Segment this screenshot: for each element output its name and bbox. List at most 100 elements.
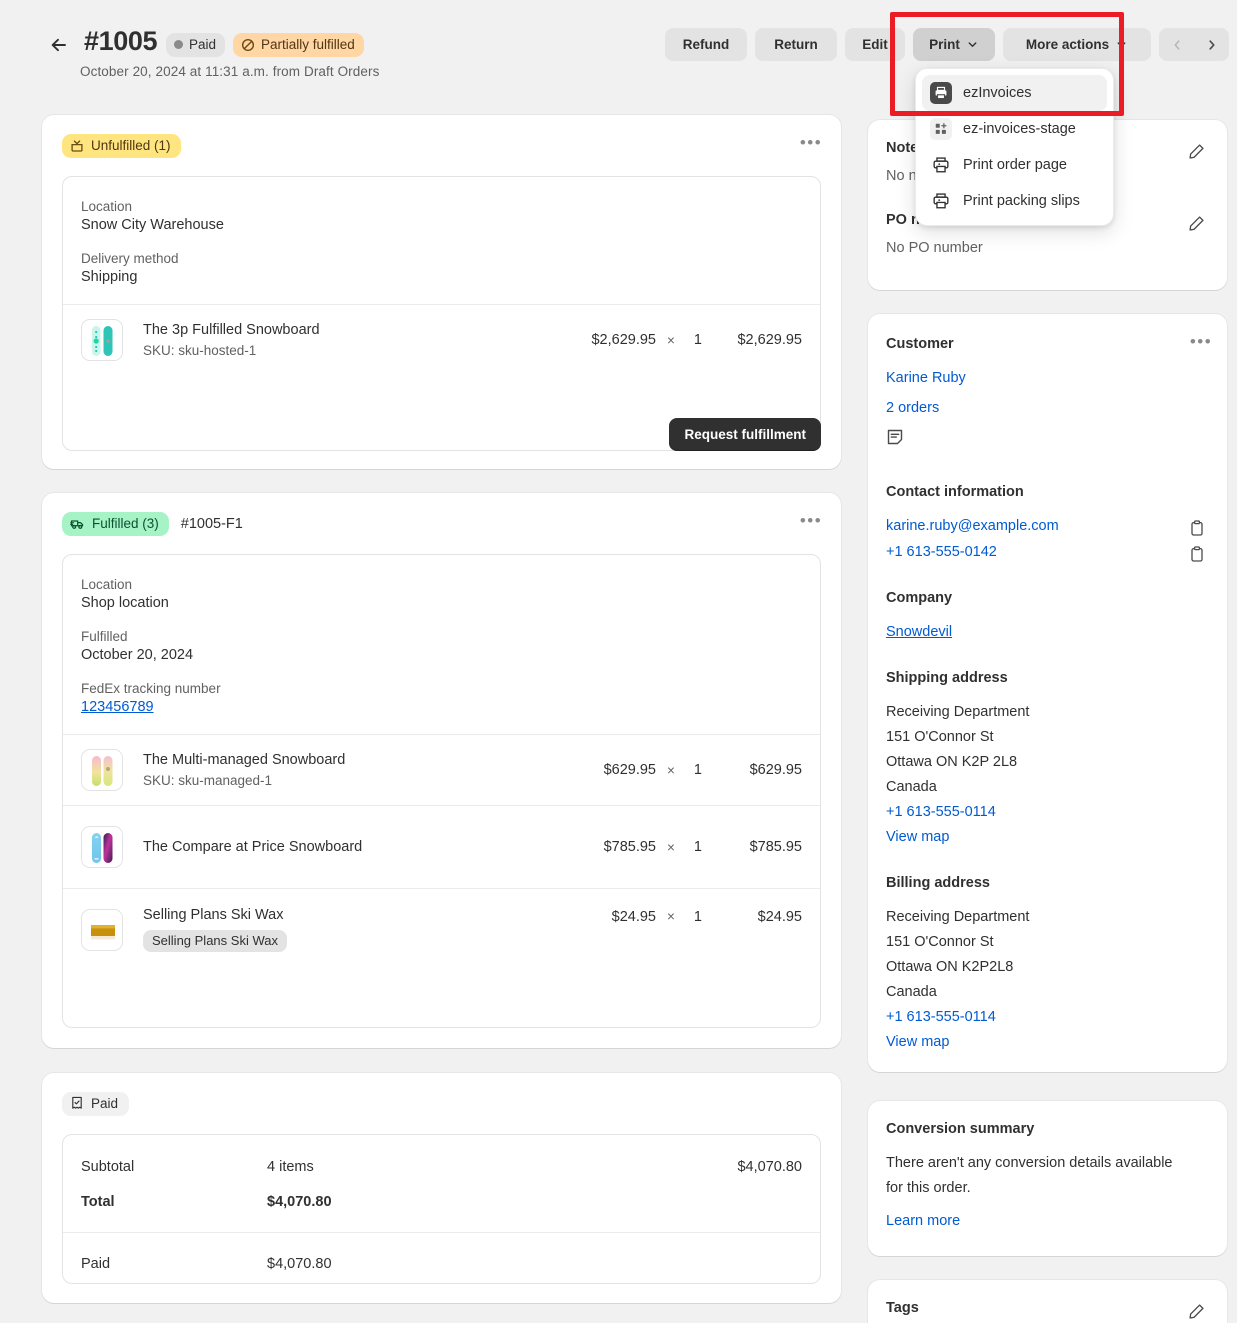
menu-item-print-order-page[interactable]: Print order page [922, 147, 1107, 183]
fulfilled-more-menu-button[interactable]: ••• [797, 509, 825, 533]
previous-order-button[interactable] [1159, 28, 1194, 61]
subtotal-row: Subtotal 4 items $4,070.80 [63, 1149, 820, 1184]
customer-email-link[interactable]: karine.ruby@example.com [886, 518, 1059, 534]
product-title[interactable]: The Multi-managed Snowboard [143, 752, 562, 768]
menu-item-ezinvoices[interactable]: ezInvoices [922, 75, 1107, 111]
edit-notes-button[interactable] [1183, 138, 1209, 164]
product-title[interactable]: Selling Plans Ski Wax [143, 907, 562, 923]
fulfilled-date-label: Fulfilled [81, 629, 128, 644]
table-row[interactable]: Selling Plans Ski Wax Selling Plans Ski … [63, 888, 820, 968]
subtotal-label: Subtotal [81, 1158, 135, 1175]
tags-title: Tags [886, 1300, 919, 1316]
line-total: $2,629.95 [737, 332, 802, 348]
divider [63, 1232, 820, 1233]
chevron-right-icon [1208, 39, 1215, 50]
customer-note-icon[interactable] [886, 428, 904, 451]
unit-price: $24.95 [611, 909, 656, 925]
quantity: 1 [693, 762, 702, 778]
refund-button[interactable]: Refund [665, 28, 747, 61]
menu-item-label: Print order page [963, 157, 1067, 173]
company-link[interactable]: Snowdevil [886, 624, 952, 640]
menu-item-ez-invoices-stage[interactable]: ez-invoices-stage [922, 111, 1107, 147]
conversion-summary-text: There aren't any conversion details avai… [886, 1155, 1173, 1196]
chevron-down-icon [968, 42, 977, 47]
copy-email-button[interactable] [1186, 517, 1208, 539]
unit-price: $2,629.95 [591, 332, 656, 348]
print-button[interactable]: Print [913, 28, 995, 61]
menu-item-label: Print packing slips [963, 193, 1080, 209]
shipping-view-map-link[interactable]: View map [886, 829, 949, 845]
billing-view-map-link[interactable]: View map [886, 1034, 949, 1050]
subtotal-amount: $4,070.80 [737, 1158, 802, 1175]
unfulfilled-header: Unfulfilled (1) [62, 134, 181, 158]
product-thumbnail [81, 319, 123, 361]
page-title: #1005 [84, 26, 158, 56]
edit-tags-button[interactable] [1183, 1298, 1209, 1323]
request-fulfillment-button[interactable]: Request fulfillment [669, 418, 821, 451]
table-row[interactable]: The Multi-managed Snowboard SKU: sku-man… [63, 734, 820, 805]
delivery-truck-icon [70, 520, 84, 529]
multiply-symbol: × [667, 762, 675, 778]
billing-address-title: Billing address [886, 875, 990, 891]
customer-phone-link[interactable]: +1 613-555-0142 [886, 544, 997, 560]
receipt-check-icon [72, 1096, 82, 1109]
unfulfilled-more-menu-button[interactable]: ••• [797, 131, 825, 155]
location-label: Location [81, 199, 133, 214]
unit-price: $785.95 [603, 839, 656, 855]
note-icon [887, 429, 903, 445]
status-badge-fulfillment: Partially fulfilled [233, 33, 364, 57]
clipboard-icon [1191, 545, 1203, 562]
next-order-button[interactable] [1194, 28, 1229, 61]
contact-information-title: Contact information [886, 484, 1024, 500]
tracking-number-link[interactable]: 123456789 [81, 699, 802, 715]
printer-app-icon [930, 82, 952, 104]
order-pager [1159, 28, 1229, 61]
tracking-number-label: FedEx tracking number [81, 681, 221, 696]
billing-address-line: Ottawa ON K2P2L8 [886, 959, 1014, 975]
company-title: Company [886, 590, 953, 606]
quantity: 1 [693, 839, 702, 855]
conversion-summary-card: Conversion summary There aren't any conv… [868, 1101, 1227, 1256]
fulfilled-detail-box: Location Shop location Fulfilled October… [62, 554, 821, 1028]
back-button[interactable] [44, 30, 74, 60]
conversion-learn-more-link[interactable]: Learn more [886, 1213, 960, 1229]
conversion-summary-title: Conversion summary [886, 1121, 1035, 1137]
table-row[interactable]: The Compare at Price Snowboard $785.95 ×… [63, 805, 820, 888]
unfulfilled-detail-box: Location Snow City Warehouse Delivery me… [62, 176, 821, 451]
selling-plan-tag: Selling Plans Ski Wax [143, 930, 287, 952]
location-value: Snow City Warehouse [81, 217, 224, 233]
copy-phone-button[interactable] [1186, 543, 1208, 565]
print-dropdown-menu: ezInvoices ez-invoices-stage Print order… [915, 68, 1114, 226]
customer-title: Customer [886, 336, 954, 352]
paid-badge-label: Paid [91, 1096, 119, 1111]
edit-po-number-button[interactable] [1183, 210, 1209, 236]
shipping-address-line: Canada [886, 779, 937, 795]
status-badge-payment: Paid [166, 33, 226, 57]
product-title[interactable]: The 3p Fulfilled Snowboard [143, 322, 562, 338]
quantity: 1 [693, 909, 702, 925]
pencil-icon [1188, 215, 1204, 231]
payment-detail-box: Subtotal 4 items $4,070.80 Total $4,070.… [62, 1134, 821, 1284]
product-title[interactable]: The Compare at Price Snowboard [143, 839, 562, 855]
table-row[interactable]: The 3p Fulfilled Snowboard SKU: sku-host… [63, 304, 820, 375]
print-button-label: Print [929, 37, 960, 52]
more-actions-button[interactable]: More actions [1003, 28, 1151, 61]
billing-phone-link[interactable]: +1 613-555-0114 [886, 1009, 996, 1025]
menu-item-print-packing-slips[interactable]: Print packing slips [922, 183, 1107, 219]
customer-more-menu-button[interactable]: ••• [1187, 330, 1215, 354]
edit-button[interactable]: Edit [845, 28, 905, 61]
unfulfilled-fulfillment-card: Unfulfilled (1) ••• Location Snow City W… [42, 115, 841, 469]
tags-card: Tags [868, 1280, 1227, 1323]
shipping-phone-link[interactable]: +1 613-555-0114 [886, 804, 996, 820]
printer-icon [930, 190, 952, 212]
customer-name-link[interactable]: Karine Ruby [886, 370, 966, 386]
customer-orders-link[interactable]: 2 orders [886, 400, 939, 416]
return-button[interactable]: Return [755, 28, 837, 61]
paid-badge: Paid [62, 1092, 130, 1116]
unfulfilled-badge-label: Unfulfilled (1) [91, 138, 171, 153]
fulfilled-header: Fulfilled (3) #1005-F1 [62, 512, 243, 536]
partially-fulfilled-icon [241, 38, 255, 51]
status-badge-payment-label: Paid [189, 37, 217, 52]
quantity: 1 [693, 332, 702, 348]
paid-row: Paid $4,070.80 [63, 1246, 820, 1281]
